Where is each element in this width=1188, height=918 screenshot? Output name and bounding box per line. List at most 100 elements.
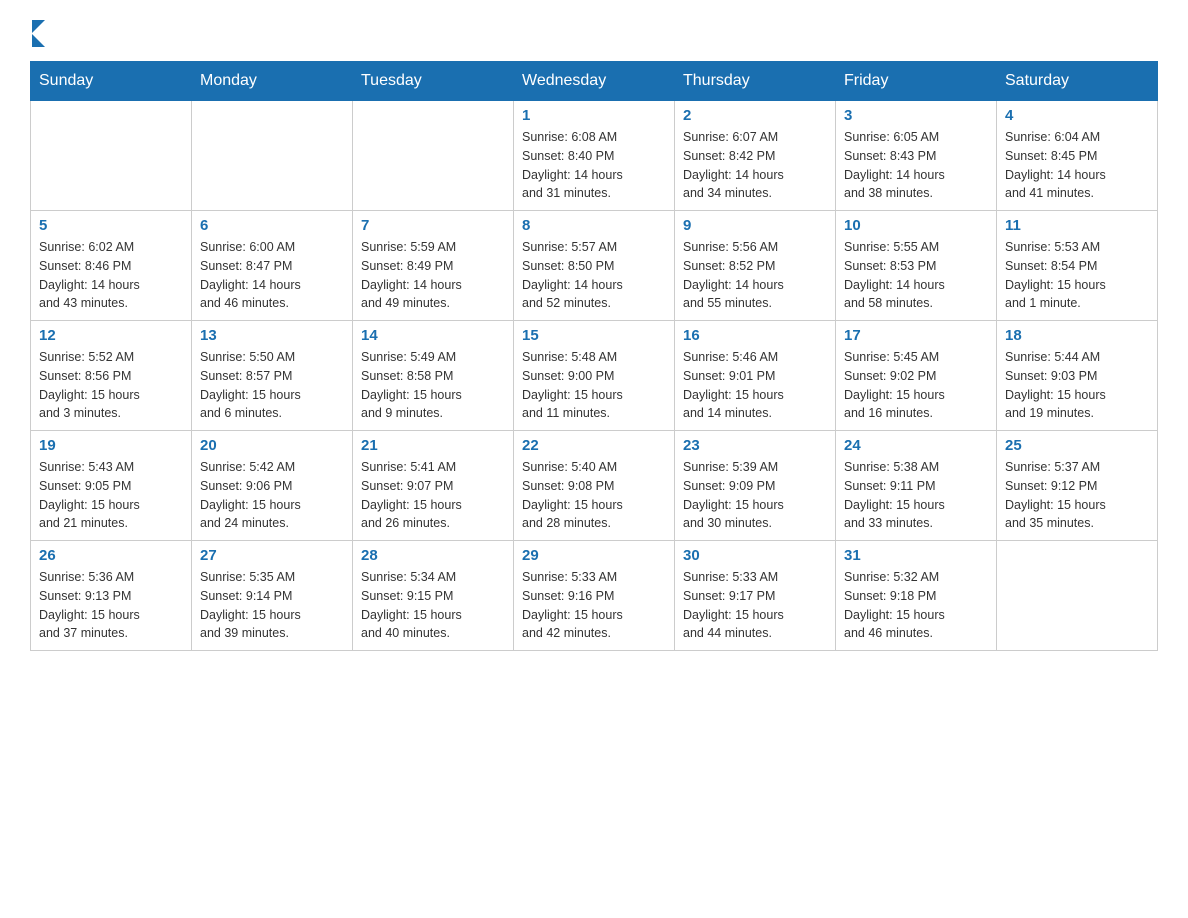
day-info: Sunrise: 5:55 AM Sunset: 8:53 PM Dayligh… <box>844 238 988 313</box>
calendar-cell: 26Sunrise: 5:36 AM Sunset: 9:13 PM Dayli… <box>31 541 192 651</box>
calendar-cell <box>192 101 353 211</box>
calendar-cell: 9 Sunrise: 5:56 AM Sunset: 8:52 PM Daylig… <box>675 211 836 321</box>
day-info: Sunrise: 5:50 AM Sunset: 8:57 PM Dayligh… <box>200 348 344 423</box>
page-header <box>30 20 1158 41</box>
day-info: Sunrise: 5:40 AM Sunset: 9:08 PM Dayligh… <box>522 458 666 533</box>
day-number: 3 <box>844 107 988 124</box>
day-number: 6 <box>200 217 344 234</box>
weekday-header-monday: Monday <box>192 62 353 101</box>
calendar-cell: 11Sunrise: 5:53 AM Sunset: 8:54 PM Dayli… <box>997 211 1158 321</box>
day-number: 23 <box>683 437 827 454</box>
day-info: Sunrise: 6:02 AM Sunset: 8:46 PM Dayligh… <box>39 238 183 313</box>
calendar-cell: 21 Sunrise: 5:41 AM Sunset: 9:07 PM Dayli… <box>353 431 514 541</box>
day-info: Sunrise: 5:33 AM Sunset: 9:17 PM Dayligh… <box>683 568 827 643</box>
day-number: 15 <box>522 327 666 344</box>
day-number: 28 <box>361 547 505 564</box>
day-info: Sunrise: 5:49 AM Sunset: 8:58 PM Dayligh… <box>361 348 505 423</box>
calendar-cell: 25 Sunrise: 5:37 AM Sunset: 9:12 PM Dayli… <box>997 431 1158 541</box>
day-number: 22 <box>522 437 666 454</box>
day-info: Sunrise: 6:04 AM Sunset: 8:45 PM Dayligh… <box>1005 128 1149 203</box>
calendar-cell: 3 Sunrise: 6:05 AM Sunset: 8:43 PM Daylig… <box>836 101 997 211</box>
calendar-cell: 29Sunrise: 5:33 AM Sunset: 9:16 PM Dayli… <box>514 541 675 651</box>
calendar-cell: 7 Sunrise: 5:59 AM Sunset: 8:49 PM Daylig… <box>353 211 514 321</box>
calendar-cell: 30 Sunrise: 5:33 AM Sunset: 9:17 PM Dayli… <box>675 541 836 651</box>
calendar-cell: 27Sunrise: 5:35 AM Sunset: 9:14 PM Dayli… <box>192 541 353 651</box>
day-info: Sunrise: 6:07 AM Sunset: 8:42 PM Dayligh… <box>683 128 827 203</box>
day-number: 8 <box>522 217 666 234</box>
weekday-header-tuesday: Tuesday <box>353 62 514 101</box>
day-number: 21 <box>361 437 505 454</box>
weekday-header-sunday: Sunday <box>31 62 192 101</box>
day-info: Sunrise: 5:52 AM Sunset: 8:56 PM Dayligh… <box>39 348 183 423</box>
calendar-cell: 10 Sunrise: 5:55 AM Sunset: 8:53 PM Dayli… <box>836 211 997 321</box>
day-number: 9 <box>683 217 827 234</box>
calendar-cell: 28 Sunrise: 5:34 AM Sunset: 9:15 PM Dayli… <box>353 541 514 651</box>
calendar-cell <box>353 101 514 211</box>
day-info: Sunrise: 5:32 AM Sunset: 9:18 PM Dayligh… <box>844 568 988 643</box>
weekday-header-thursday: Thursday <box>675 62 836 101</box>
calendar-cell: 20 Sunrise: 5:42 AM Sunset: 9:06 PM Dayli… <box>192 431 353 541</box>
day-number: 14 <box>361 327 505 344</box>
weekday-header-row: SundayMondayTuesdayWednesdayThursdayFrid… <box>31 62 1158 101</box>
day-number: 24 <box>844 437 988 454</box>
day-number: 20 <box>200 437 344 454</box>
day-number: 25 <box>1005 437 1149 454</box>
day-info: Sunrise: 6:05 AM Sunset: 8:43 PM Dayligh… <box>844 128 988 203</box>
calendar-cell: 12 Sunrise: 5:52 AM Sunset: 8:56 PM Dayli… <box>31 321 192 431</box>
day-number: 27 <box>200 547 344 564</box>
calendar-cell <box>997 541 1158 651</box>
weekday-header-wednesday: Wednesday <box>514 62 675 101</box>
day-number: 17 <box>844 327 988 344</box>
calendar-cell: 8 Sunrise: 5:57 AM Sunset: 8:50 PM Daylig… <box>514 211 675 321</box>
calendar-cell: 4 Sunrise: 6:04 AM Sunset: 8:45 PM Daylig… <box>997 101 1158 211</box>
day-info: Sunrise: 5:48 AM Sunset: 9:00 PM Dayligh… <box>522 348 666 423</box>
day-number: 29 <box>522 547 666 564</box>
calendar-cell <box>31 101 192 211</box>
day-number: 16 <box>683 327 827 344</box>
calendar-cell: 14 Sunrise: 5:49 AM Sunset: 8:58 PM Dayli… <box>353 321 514 431</box>
day-info: Sunrise: 5:34 AM Sunset: 9:15 PM Dayligh… <box>361 568 505 643</box>
weekday-header-saturday: Saturday <box>997 62 1158 101</box>
day-info: Sunrise: 5:39 AM Sunset: 9:09 PM Dayligh… <box>683 458 827 533</box>
day-info: Sunrise: 5:56 AM Sunset: 8:52 PM Dayligh… <box>683 238 827 313</box>
calendar-cell: 5 Sunrise: 6:02 AM Sunset: 8:46 PM Daylig… <box>31 211 192 321</box>
day-info: Sunrise: 5:46 AM Sunset: 9:01 PM Dayligh… <box>683 348 827 423</box>
day-info: Sunrise: 5:44 AM Sunset: 9:03 PM Dayligh… <box>1005 348 1149 423</box>
day-number: 1 <box>522 107 666 124</box>
calendar-cell: 6 Sunrise: 6:00 AM Sunset: 8:47 PM Daylig… <box>192 211 353 321</box>
day-info: Sunrise: 5:36 AM Sunset: 9:13 PM Dayligh… <box>39 568 183 643</box>
calendar-table: SundayMondayTuesdayWednesdayThursdayFrid… <box>30 61 1158 651</box>
day-number: 4 <box>1005 107 1149 124</box>
day-number: 10 <box>844 217 988 234</box>
calendar-week-row: 1 Sunrise: 6:08 AM Sunset: 8:40 PM Daylig… <box>31 101 1158 211</box>
calendar-cell: 13 Sunrise: 5:50 AM Sunset: 8:57 PM Dayli… <box>192 321 353 431</box>
day-number: 13 <box>200 327 344 344</box>
calendar-cell: 1 Sunrise: 6:08 AM Sunset: 8:40 PM Daylig… <box>514 101 675 211</box>
day-number: 12 <box>39 327 183 344</box>
logo <box>30 20 45 41</box>
day-info: Sunrise: 5:41 AM Sunset: 9:07 PM Dayligh… <box>361 458 505 533</box>
calendar-cell: 15 Sunrise: 5:48 AM Sunset: 9:00 PM Dayli… <box>514 321 675 431</box>
day-number: 19 <box>39 437 183 454</box>
day-info: Sunrise: 5:37 AM Sunset: 9:12 PM Dayligh… <box>1005 458 1149 533</box>
day-info: Sunrise: 5:43 AM Sunset: 9:05 PM Dayligh… <box>39 458 183 533</box>
day-info: Sunrise: 5:42 AM Sunset: 9:06 PM Dayligh… <box>200 458 344 533</box>
calendar-cell: 31 Sunrise: 5:32 AM Sunset: 9:18 PM Dayli… <box>836 541 997 651</box>
calendar-cell: 22 Sunrise: 5:40 AM Sunset: 9:08 PM Dayli… <box>514 431 675 541</box>
calendar-week-row: 26Sunrise: 5:36 AM Sunset: 9:13 PM Dayli… <box>31 541 1158 651</box>
day-info: Sunrise: 6:08 AM Sunset: 8:40 PM Dayligh… <box>522 128 666 203</box>
day-number: 31 <box>844 547 988 564</box>
calendar-cell: 2 Sunrise: 6:07 AM Sunset: 8:42 PM Daylig… <box>675 101 836 211</box>
calendar-cell: 16 Sunrise: 5:46 AM Sunset: 9:01 PM Dayli… <box>675 321 836 431</box>
calendar-cell: 19 Sunrise: 5:43 AM Sunset: 9:05 PM Dayli… <box>31 431 192 541</box>
day-number: 2 <box>683 107 827 124</box>
day-number: 30 <box>683 547 827 564</box>
day-info: Sunrise: 6:00 AM Sunset: 8:47 PM Dayligh… <box>200 238 344 313</box>
calendar-week-row: 12 Sunrise: 5:52 AM Sunset: 8:56 PM Dayli… <box>31 321 1158 431</box>
day-info: Sunrise: 5:57 AM Sunset: 8:50 PM Dayligh… <box>522 238 666 313</box>
day-number: 5 <box>39 217 183 234</box>
calendar-cell: 23 Sunrise: 5:39 AM Sunset: 9:09 PM Dayli… <box>675 431 836 541</box>
day-info: Sunrise: 5:59 AM Sunset: 8:49 PM Dayligh… <box>361 238 505 313</box>
day-number: 7 <box>361 217 505 234</box>
calendar-week-row: 19 Sunrise: 5:43 AM Sunset: 9:05 PM Dayli… <box>31 431 1158 541</box>
